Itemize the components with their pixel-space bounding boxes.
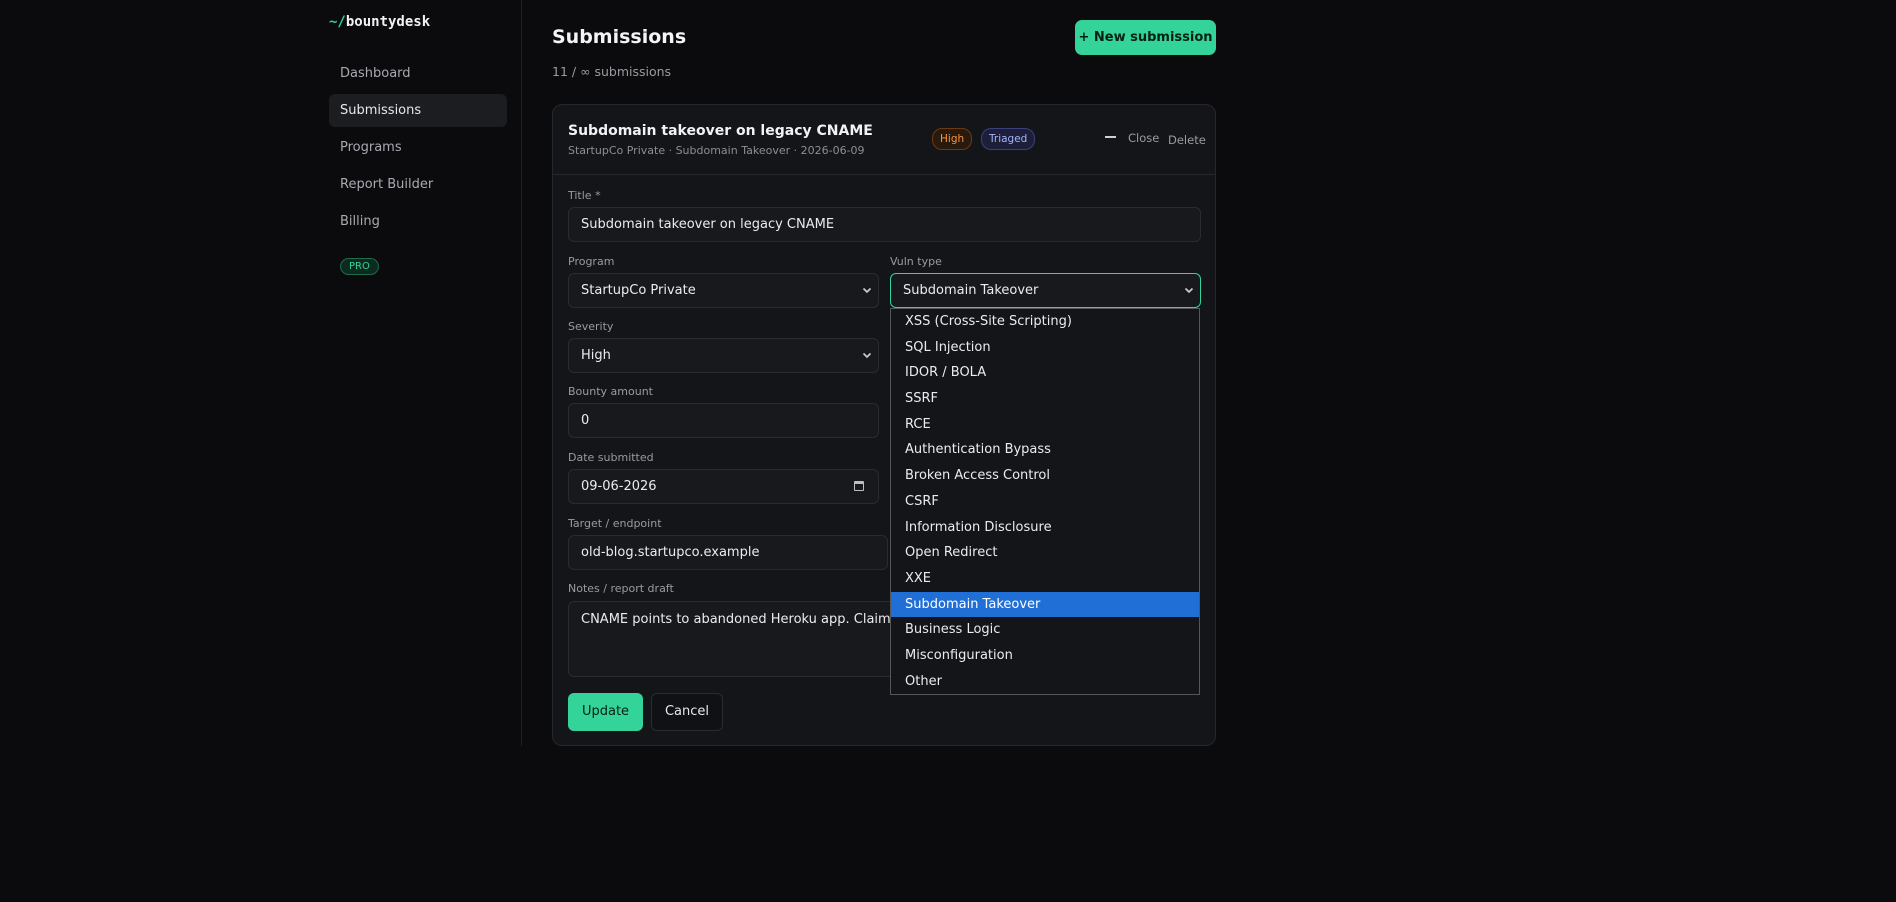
logo-prefix: ~/ — [329, 14, 346, 30]
target-label: Target / endpoint — [568, 517, 662, 530]
date-input-value: 09-06-2026 — [581, 479, 657, 494]
severity-label: Severity — [568, 320, 614, 333]
submission-meta: StartupCo Private · Subdomain Takeover ·… — [568, 144, 865, 157]
status-badge: Triaged — [981, 128, 1036, 150]
page-title: Submissions — [552, 26, 687, 48]
dropdown-option[interactable]: Misconfiguration — [891, 643, 1199, 669]
notes-textarea[interactable]: CNAME points to abandoned Heroku app. Cl… — [568, 601, 898, 677]
title-label: Title * — [568, 189, 601, 202]
bounty-input[interactable]: 0 — [568, 403, 879, 438]
calendar-icon[interactable] — [854, 481, 864, 491]
minimize-icon[interactable] — [1105, 136, 1116, 138]
delete-button[interactable]: Delete — [1168, 133, 1206, 147]
severity-select-value: High — [581, 348, 611, 363]
chevron-down-icon — [862, 287, 872, 294]
dropdown-option[interactable]: Broken Access Control — [891, 463, 1199, 489]
dropdown-option[interactable]: Other — [891, 669, 1199, 695]
sidebar-item-report-builder[interactable]: Report Builder — [329, 168, 507, 201]
program-label: Program — [568, 255, 615, 268]
card-header: Subdomain takeover on legacy CNAME Start… — [553, 105, 1215, 175]
dropdown-option[interactable]: RCE — [891, 412, 1199, 438]
vuln-type-dropdown: XSS (Cross-Site Scripting) SQL Injection I… — [890, 308, 1200, 696]
sidebar-item-billing[interactable]: Billing — [329, 205, 507, 238]
chevron-down-icon — [862, 352, 872, 359]
cancel-button[interactable]: Cancel — [651, 693, 723, 731]
dropdown-option[interactable]: Subdomain Takeover — [891, 591, 1199, 618]
update-button[interactable]: Update — [568, 693, 643, 731]
vuln-type-select[interactable]: Subdomain Takeover — [890, 273, 1201, 308]
sidebar-nav: Dashboard Submissions Programs Report Bu… — [329, 57, 507, 242]
dropdown-option[interactable]: IDOR / BOLA — [891, 360, 1199, 386]
dropdown-option[interactable]: CSRF — [891, 489, 1199, 515]
dropdown-option[interactable]: XSS (Cross-Site Scripting) — [891, 309, 1199, 335]
bounty-label: Bounty amount — [568, 385, 653, 398]
program-select[interactable]: StartupCo Private — [568, 273, 879, 308]
dropdown-option[interactable]: Open Redirect — [891, 540, 1199, 566]
dropdown-option[interactable]: Business Logic — [891, 617, 1199, 643]
vuln-type-select-value: Subdomain Takeover — [903, 283, 1039, 298]
dropdown-option[interactable]: Authentication Bypass — [891, 437, 1199, 463]
date-input[interactable]: 09-06-2026 — [568, 469, 879, 504]
vuln-type-label: Vuln type — [890, 255, 942, 268]
target-input[interactable]: old-blog.startupco.example — [568, 535, 888, 570]
plan-badge: PRO — [340, 258, 379, 275]
close-button[interactable]: Close — [1128, 131, 1159, 145]
sidebar-item-dashboard[interactable]: Dashboard — [329, 57, 507, 90]
sidebar-item-programs[interactable]: Programs — [329, 131, 507, 164]
app-logo[interactable]: ~/bountydesk — [329, 14, 430, 30]
submission-title: Subdomain takeover on legacy CNAME — [568, 123, 873, 139]
logo-name: bountydesk — [345, 14, 431, 30]
new-submission-button[interactable]: + New submission — [1075, 20, 1216, 55]
program-select-value: StartupCo Private — [581, 283, 696, 298]
submission-count: 11 / ∞ submissions — [552, 64, 672, 79]
dropdown-option[interactable]: SSRF — [891, 386, 1199, 412]
sidebar-item-submissions[interactable]: Submissions — [329, 94, 507, 127]
dropdown-option[interactable]: XXE — [891, 566, 1199, 592]
dropdown-option[interactable]: Information Disclosure — [891, 515, 1199, 541]
chevron-down-icon — [1184, 287, 1194, 294]
severity-badge: High — [932, 128, 973, 150]
severity-select[interactable]: High — [568, 338, 879, 373]
date-label: Date submitted — [568, 451, 654, 464]
dropdown-option[interactable]: SQL Injection — [891, 335, 1199, 361]
sidebar: ~/bountydesk Dashboard Submissions Progr… — [0, 0, 522, 746]
title-input[interactable]: Subdomain takeover on legacy CNAME — [568, 207, 1201, 242]
notes-label: Notes / report draft — [568, 582, 674, 595]
